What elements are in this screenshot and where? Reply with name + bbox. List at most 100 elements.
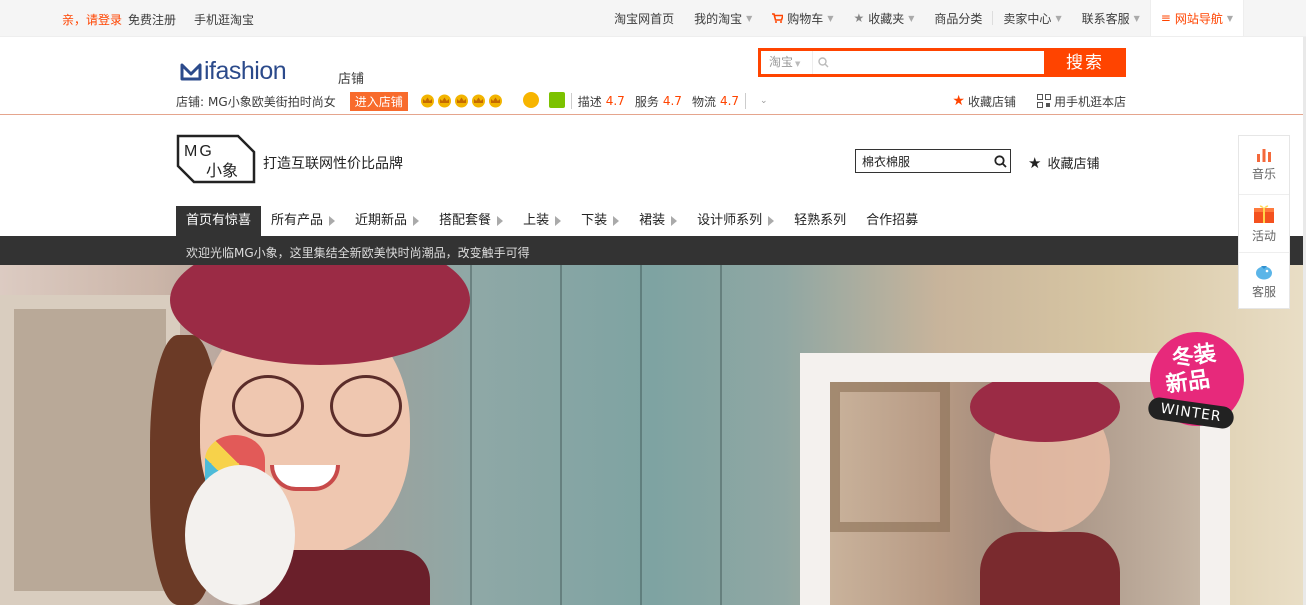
rating-description-value: 4.7	[605, 94, 625, 108]
ifashion-m-icon	[180, 63, 202, 80]
shop-favorite-link[interactable]: ★ 收藏店铺	[1028, 153, 1099, 173]
nav-home[interactable]: 首页有惊喜	[176, 206, 262, 236]
promo-photo[interactable]	[830, 382, 1200, 605]
service-label: 客服	[1251, 284, 1276, 299]
search-scope-select[interactable]: 淘宝 ▼	[761, 51, 813, 74]
nav-all-products[interactable]: 所有产品	[261, 206, 345, 236]
hero-banner[interactable]: 冬装 新品 WINTER	[0, 265, 1306, 605]
shop-search-input[interactable]: 棉衣棉服	[856, 153, 990, 170]
shop-search-box[interactable]: 棉衣棉服	[855, 149, 1011, 173]
caret-right-icon	[555, 215, 562, 226]
caret-right-icon	[768, 215, 775, 226]
nav-label: 上装	[523, 213, 550, 228]
favorites-menu[interactable]: ★ 收藏夹 ▼	[843, 10, 924, 27]
site-navigation-label: 网站导航	[1174, 11, 1223, 26]
nav-partnership[interactable]: 合作招募	[856, 206, 928, 236]
list-icon: ≡	[1160, 11, 1171, 25]
nav-tops[interactable]: 上装	[513, 206, 571, 236]
dropdown-arrow-icon: ▼	[746, 13, 753, 23]
shop-name-link[interactable]: MG小象欧美街拍时尚女	[208, 93, 336, 110]
rating-logistics-label: 物流	[691, 94, 716, 109]
rating-logistics-value: 4.7	[719, 94, 740, 108]
service-button[interactable]: 客服	[1239, 252, 1289, 310]
taobao-home-link[interactable]: 淘宝网首页	[604, 10, 684, 27]
qrcode-icon	[1036, 94, 1051, 108]
caret-right-icon	[671, 215, 678, 226]
nav-bundles[interactable]: 搭配套餐	[429, 206, 513, 236]
mg-elephant-logo[interactable]: MG 小象	[176, 134, 256, 184]
nav-dresses[interactable]: 裙装	[629, 206, 687, 236]
nav-label: 首页有惊喜	[186, 213, 252, 228]
enter-shop-button[interactable]: 进入店铺	[349, 91, 408, 111]
search-icon[interactable]	[990, 151, 1010, 171]
star-icon: ★	[952, 93, 965, 109]
taobao-search-bar: 淘宝 ▼ 搜索	[758, 48, 1126, 77]
music-button[interactable]: 音乐	[1239, 136, 1289, 194]
search-scope-label: 淘宝	[769, 55, 794, 69]
shop-slogan: 打造互联网性价比品牌	[263, 156, 403, 172]
ifashion-logo[interactable]: ifashion	[180, 57, 287, 86]
nav-label: 轻熟系列	[794, 213, 847, 228]
nav-bottoms[interactable]: 下装	[571, 206, 629, 236]
login-links: 亲，请登录 免费注册 手机逛淘宝	[62, 11, 272, 28]
nav-designer-series[interactable]: 设计师系列	[687, 206, 784, 236]
activity-button[interactable]: 活动	[1239, 194, 1289, 252]
favorite-shop-link[interactable]: ★ 收藏店铺	[952, 93, 1016, 110]
cart-menu[interactable]: 购物车 ▼	[762, 10, 843, 27]
shop-word: 店铺	[338, 72, 365, 87]
categories-link[interactable]: 商品分类	[924, 10, 992, 27]
rating-service-label: 服务	[634, 94, 659, 109]
mobile-shop-label: 用手机逛本店	[1053, 94, 1126, 109]
glasses-left-lens	[232, 375, 304, 437]
welcome-text: 欢迎光临MG小象，这里集结全新欧美快时尚潮品，改变触手可得	[186, 246, 530, 260]
nav-new-arrivals[interactable]: 近期新品	[345, 206, 429, 236]
dropdown-arrow-icon: ▼	[1226, 13, 1233, 23]
my-taobao-menu[interactable]: 我的淘宝 ▼	[684, 10, 762, 27]
search-input[interactable]	[833, 51, 1044, 74]
cart-icon	[772, 13, 784, 23]
nav-label: 设计师系列	[697, 213, 763, 228]
favorite-shop-label: 收藏店铺	[967, 94, 1016, 109]
shop-label: 店铺:	[176, 94, 205, 109]
site-top-bar: 亲，请登录 免费注册 手机逛淘宝 淘宝网首页 我的淘宝 ▼ 购物车 ▼ ★ 收藏夹 ▼ …	[0, 0, 1306, 37]
wood-plank-line	[470, 265, 472, 605]
categories-label: 商品分类	[934, 11, 983, 26]
register-link[interactable]: 免费注册	[128, 11, 176, 28]
nav-mature-series[interactable]: 轻熟系列	[784, 206, 856, 236]
seller-center-menu[interactable]: 卖家中心 ▼	[993, 10, 1071, 27]
service-fish-icon	[1256, 265, 1272, 279]
login-link[interactable]: 亲，请登录	[62, 11, 122, 28]
mobile-shop-link[interactable]: 用手机逛本店	[1036, 93, 1126, 110]
nav-label: 近期新品	[355, 213, 408, 228]
consumer-protection-badge-icon[interactable]	[539, 91, 565, 111]
gold-seller-badge-icon[interactable]	[522, 91, 539, 111]
rating-service-value: 4.7	[662, 94, 682, 108]
site-navigation-menu[interactable]: ≡ 网站导航 ▼	[1149, 0, 1244, 36]
logo-elephant-text: 小象	[206, 161, 238, 180]
crown-icon	[471, 94, 485, 108]
logo-mg-text: MG	[184, 143, 214, 160]
caret-right-icon	[413, 215, 420, 226]
wood-plank-line	[560, 265, 562, 605]
badge-line-2: 新品	[1164, 367, 1212, 398]
chevron-down-icon[interactable]: ⌄	[760, 96, 768, 106]
taobao-home-label: 淘宝网首页	[614, 11, 675, 26]
gift-sale-icon	[1254, 205, 1274, 223]
nav-label: 下装	[581, 213, 608, 228]
dropdown-arrow-icon: ▼	[908, 13, 915, 23]
customer-service-menu[interactable]: 联系客服 ▼	[1072, 10, 1150, 27]
search-button[interactable]: 搜索	[1044, 50, 1126, 76]
star-icon: ★	[1028, 153, 1042, 172]
seller-credit-crowns[interactable]	[420, 94, 505, 108]
glasses-right-lens	[330, 375, 402, 437]
winter-new-badge: 冬装 新品 WINTER	[1146, 332, 1244, 430]
store-header: ifashion 店铺 淘宝 ▼ 搜索 店铺: MG小象欧美街拍时尚女 进入店铺 …	[0, 37, 1306, 115]
crown-icon	[488, 94, 502, 108]
music-label: 音乐	[1251, 167, 1276, 181]
shop-ratings[interactable]: 描述 4.7 服务 4.7 物流 4.7	[570, 93, 747, 109]
my-taobao-label: 我的淘宝	[694, 11, 743, 26]
mobile-taobao-link[interactable]: 手机逛淘宝	[194, 11, 254, 28]
wood-plank-line	[720, 265, 722, 605]
floating-toolbar: 音乐 活动 客服	[1238, 135, 1290, 309]
dropdown-arrow-icon: ▼	[827, 13, 834, 23]
